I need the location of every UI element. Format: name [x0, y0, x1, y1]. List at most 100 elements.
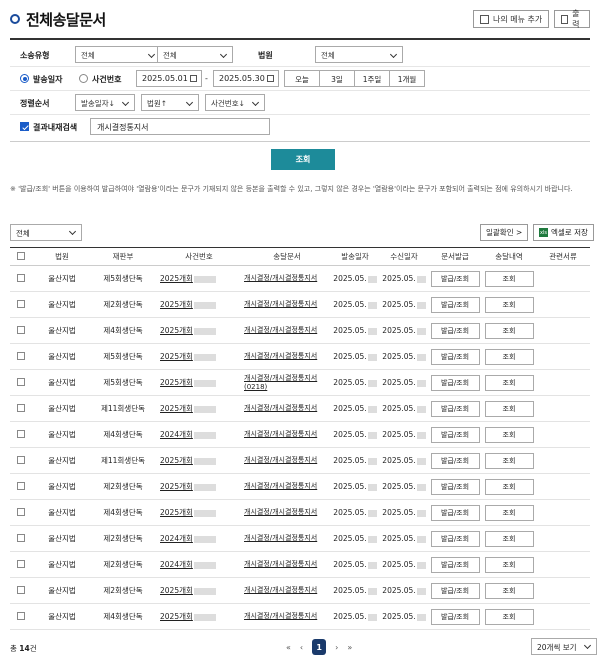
document-link[interactable]: 개시결정/개시결정통지서 — [244, 603, 330, 630]
print-button[interactable]: 출력 — [554, 9, 590, 29]
row-checkbox[interactable] — [17, 325, 25, 334]
document-link[interactable]: 개시결정/개시결정통지서 — [244, 317, 330, 344]
issue-view-button[interactable]: 발급/조회 — [430, 608, 480, 625]
next-page-button[interactable]: › — [335, 643, 338, 652]
first-page-button[interactable]: « — [286, 643, 291, 652]
row-checkbox[interactable] — [17, 559, 25, 568]
issue-view-button[interactable]: 발급/조회 — [430, 322, 480, 339]
row-checkbox[interactable] — [17, 585, 25, 594]
row-checkbox[interactable] — [17, 299, 25, 308]
row-select-cell[interactable] — [10, 447, 32, 474]
issue-view-button[interactable]: 발급/조회 — [430, 400, 480, 417]
case-number-link[interactable]: 2025개회 — [154, 447, 244, 474]
case-number-link[interactable]: 2025개회 — [154, 369, 244, 396]
case-number-link[interactable]: 2024개회 — [154, 421, 244, 448]
row-checkbox[interactable] — [17, 481, 25, 490]
court-select[interactable]: 전체 — [315, 46, 403, 63]
row-select-cell[interactable] — [10, 603, 32, 630]
issue-view-button[interactable]: 발급/조회 — [430, 452, 480, 469]
issue-view-button[interactable]: 발급/조회 — [430, 582, 480, 599]
document-link[interactable]: 개시결정/개시결정통지서 — [244, 447, 330, 474]
history-view-button[interactable]: 조회 — [484, 582, 534, 599]
result-search-checkbox[interactable] — [20, 122, 29, 131]
date-to-input[interactable]: 2025.05.30 — [213, 70, 279, 87]
case-number-link[interactable]: 2025개회 — [154, 473, 244, 500]
issue-view-button[interactable]: 발급/조회 — [430, 296, 480, 313]
period-1week-button[interactable]: 1주일 — [354, 70, 390, 87]
row-select-cell[interactable] — [10, 317, 32, 344]
radio-case-number[interactable] — [79, 74, 88, 83]
document-link[interactable]: 개시결정/개시결정통지서 — [244, 499, 330, 526]
history-view-button[interactable]: 조회 — [484, 374, 534, 391]
period-3day-button[interactable]: 3일 — [319, 70, 355, 87]
document-link[interactable]: 개시결정/개시결정통지서 — [244, 291, 330, 318]
filter-select[interactable]: 전체 — [10, 224, 82, 241]
last-page-button[interactable]: » — [347, 643, 352, 652]
case-number-link[interactable]: 2024개회 — [154, 551, 244, 578]
row-select-cell[interactable] — [10, 577, 32, 604]
history-view-button[interactable]: 조회 — [484, 608, 534, 625]
row-select-cell[interactable] — [10, 291, 32, 318]
history-view-button[interactable]: 조회 — [484, 478, 534, 495]
row-checkbox[interactable] — [17, 377, 25, 386]
prev-page-button[interactable]: ‹ — [300, 643, 303, 652]
per-page-select[interactable]: 20개씩 보기 — [531, 638, 597, 655]
document-link[interactable]: 개시결정/개시결정통지서 — [244, 577, 330, 604]
row-select-cell[interactable] — [10, 525, 32, 552]
row-checkbox[interactable] — [17, 403, 25, 412]
sort-select-date[interactable]: 발송일자↓ — [75, 94, 135, 111]
add-my-menu-button[interactable]: 나의 메뉴 추가 — [473, 10, 550, 28]
calendar-icon[interactable] — [190, 75, 197, 82]
case-number-link[interactable]: 2025개회 — [154, 291, 244, 318]
case-number-link[interactable]: 2025개회 — [154, 499, 244, 526]
row-select-cell[interactable] — [10, 343, 32, 370]
history-view-button[interactable]: 조회 — [484, 504, 534, 521]
document-link[interactable]: 개시결정/개시결정통지서 — [244, 395, 330, 422]
history-view-button[interactable]: 조회 — [484, 348, 534, 365]
row-select-cell[interactable] — [10, 395, 32, 422]
case-number-link[interactable]: 2025개회 — [154, 265, 244, 292]
document-link[interactable]: 개시결정/개시결정통지서 — [244, 421, 330, 448]
select-all-header[interactable] — [10, 247, 32, 266]
case-number-link[interactable]: 2025개회 — [154, 603, 244, 630]
row-select-cell[interactable] — [10, 473, 32, 500]
issue-view-button[interactable]: 발급/조회 — [430, 478, 480, 495]
row-checkbox[interactable] — [17, 507, 25, 516]
row-checkbox[interactable] — [17, 351, 25, 360]
issue-view-button[interactable]: 발급/조회 — [430, 530, 480, 547]
issue-view-button[interactable]: 발급/조회 — [430, 426, 480, 443]
case-number-link[interactable]: 2024개회 — [154, 525, 244, 552]
history-view-button[interactable]: 조회 — [484, 426, 534, 443]
row-checkbox[interactable] — [17, 533, 25, 542]
document-link[interactable]: 개시결정/개시결정통지서(0218) — [244, 369, 330, 396]
type-select-1[interactable]: 전체 — [75, 46, 161, 63]
document-link[interactable]: 개시결정/개시결정통지서 — [244, 525, 330, 552]
excel-save-button[interactable]: xls 엑셀로 저장 — [533, 224, 594, 241]
row-select-cell[interactable] — [10, 551, 32, 578]
result-search-input[interactable]: 개시결정통지서 — [90, 118, 270, 135]
row-select-cell[interactable] — [10, 265, 32, 292]
history-view-button[interactable]: 조회 — [484, 322, 534, 339]
radio-send-date[interactable] — [20, 74, 29, 83]
row-checkbox[interactable] — [17, 273, 25, 282]
date-from-input[interactable]: 2025.05.01 — [136, 70, 202, 87]
row-select-cell[interactable] — [10, 369, 32, 396]
issue-view-button[interactable]: 발급/조회 — [430, 270, 480, 287]
document-link[interactable]: 개시결정/개시결정통지서 — [244, 343, 330, 370]
document-link[interactable]: 개시결정/개시결정통지서 — [244, 473, 330, 500]
select-all-checkbox[interactable] — [17, 251, 25, 260]
history-view-button[interactable]: 조회 — [484, 400, 534, 417]
sort-select-case[interactable]: 사건번호↓ — [205, 94, 265, 111]
current-page[interactable]: 1 — [312, 639, 327, 655]
history-view-button[interactable]: 조회 — [484, 556, 534, 573]
case-number-link[interactable]: 2025개회 — [154, 317, 244, 344]
case-number-link[interactable]: 2025개회 — [154, 577, 244, 604]
search-submit-button[interactable]: 조회 — [271, 149, 335, 170]
row-select-cell[interactable] — [10, 499, 32, 526]
row-checkbox[interactable] — [17, 455, 25, 464]
period-1month-button[interactable]: 1개월 — [389, 70, 425, 87]
row-checkbox[interactable] — [17, 429, 25, 438]
sort-select-court[interactable]: 법원↑ — [141, 94, 199, 111]
issue-view-button[interactable]: 발급/조회 — [430, 556, 480, 573]
issue-view-button[interactable]: 발급/조회 — [430, 348, 480, 365]
